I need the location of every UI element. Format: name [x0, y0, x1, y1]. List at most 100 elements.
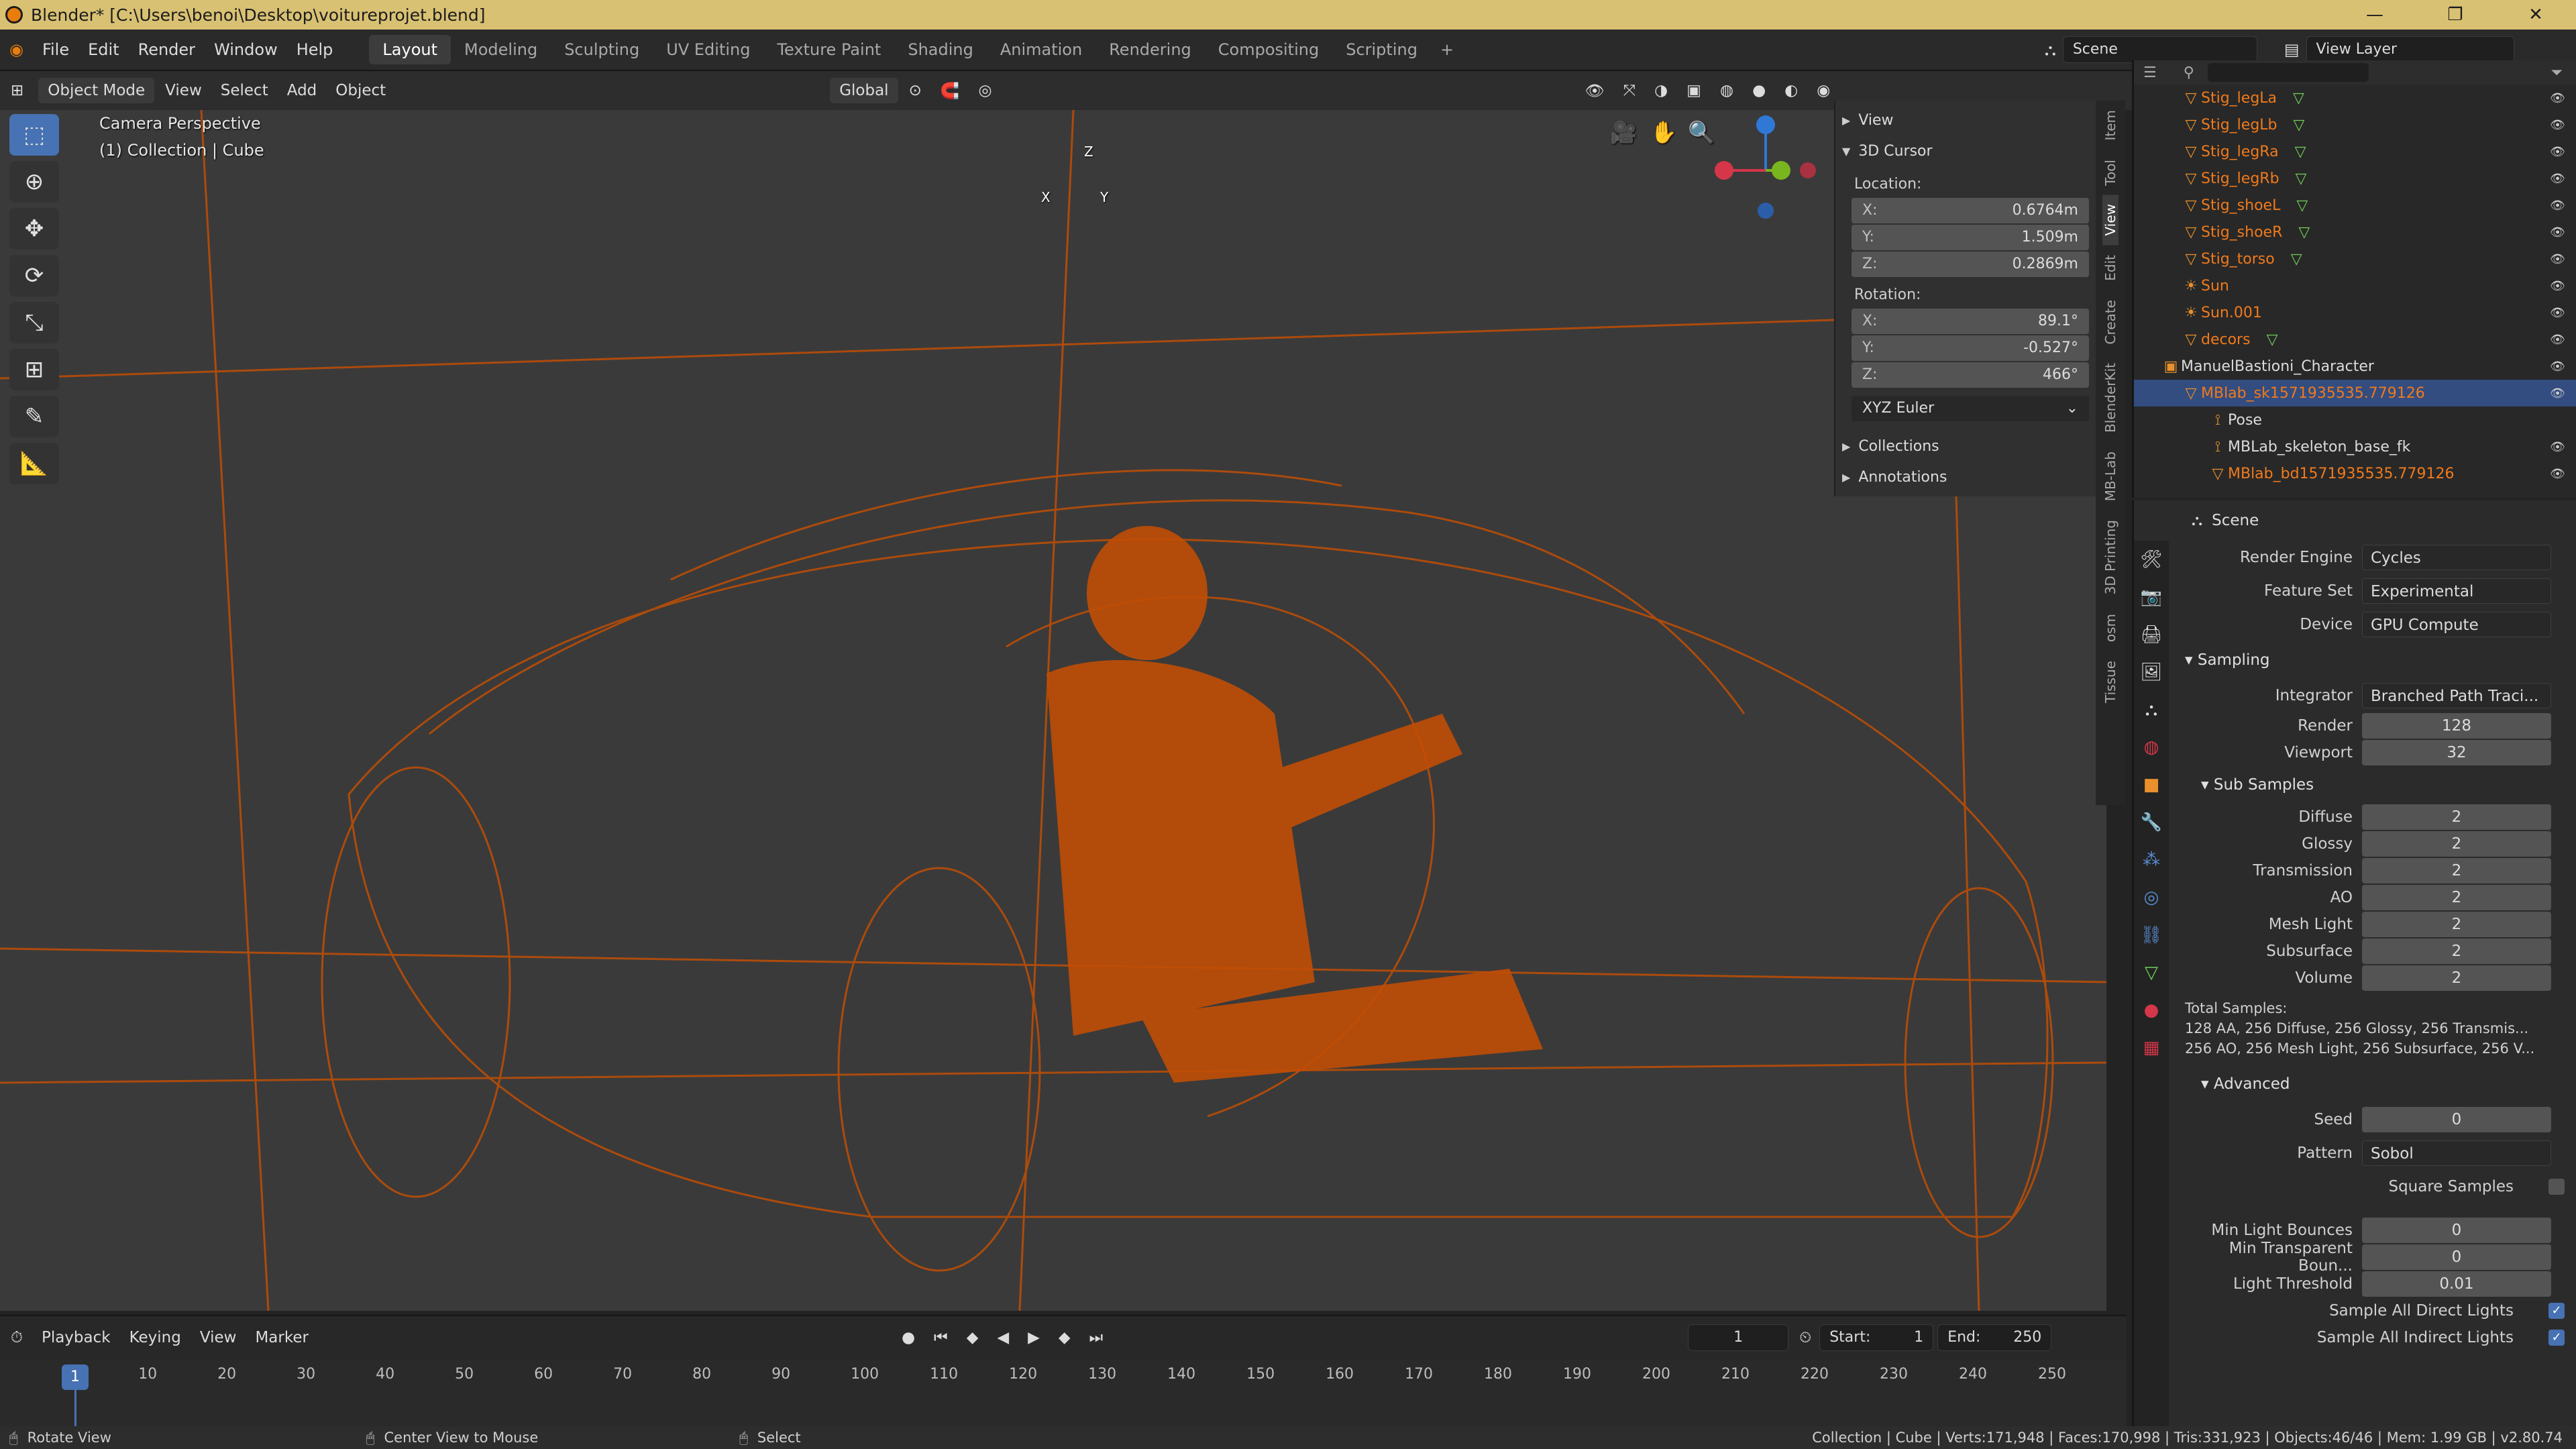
tab-3d-printing[interactable]: 3D Printing — [2102, 511, 2118, 604]
sample-indirect-lights-checkbox[interactable]: ✓ — [2548, 1330, 2565, 1346]
material-shading-icon[interactable]: ◐ — [1776, 78, 1806, 103]
view-section[interactable]: ▶ View — [1842, 105, 2089, 136]
mesh-data-icon[interactable]: ▽ — [2295, 144, 2306, 160]
solid-shading-icon[interactable]: ● — [1744, 78, 1774, 103]
visibility-eye-icon[interactable]: 👁 — [2550, 440, 2565, 454]
proportional-edit-icon[interactable]: ◎ — [970, 78, 1000, 103]
menu-view[interactable]: View — [157, 78, 210, 103]
scene-field[interactable]: Scene — [2062, 36, 2257, 63]
visibility-eye-icon[interactable]: 👁 — [2550, 360, 2565, 374]
visibility-eye-icon[interactable]: 👁 — [2550, 333, 2565, 347]
outliner-item[interactable]: ▽ MBlab_bd1571935535.779126 👁 — [2134, 460, 2576, 487]
device-dropdown[interactable]: GPU Compute — [2362, 612, 2551, 637]
sample-direct-lights-checkbox[interactable]: ✓ — [2548, 1303, 2565, 1319]
sub-sample-field[interactable]: 2 — [2362, 965, 2551, 991]
cursor-rotation-z[interactable]: Z: 466° — [1851, 362, 2089, 388]
cursor-rotation-y[interactable]: Y: -0.527° — [1851, 335, 2089, 361]
menu-window[interactable]: Window — [205, 40, 287, 59]
outliner-item[interactable]: ▽ Stig_shoeL ▽ 👁 — [2134, 192, 2576, 219]
menu-edit[interactable]: Edit — [78, 40, 128, 59]
constraints-props-icon[interactable]: ⛓ — [2140, 916, 2162, 954]
tab-scripting[interactable]: Scripting — [1332, 35, 1431, 64]
visibility-eye-icon[interactable]: 👁 — [2550, 145, 2565, 159]
visibility-eye-icon[interactable]: 👁 — [2550, 199, 2565, 213]
seed-field[interactable]: 0 — [2362, 1107, 2551, 1132]
pattern-dropdown[interactable]: Sobol — [2362, 1140, 2551, 1166]
outliner-item[interactable]: ⟟ Pose — [2134, 407, 2576, 433]
transform-tool-icon[interactable]: ⊞ — [9, 349, 59, 390]
outliner-item[interactable]: ☀ Sun 👁 — [2134, 272, 2576, 299]
timeline-editor-type-icon[interactable]: ⏱ — [3, 1325, 31, 1350]
minimize-button[interactable]: — — [2334, 0, 2415, 30]
render-samples-field[interactable]: 128 — [2362, 713, 2551, 739]
menu-help[interactable]: Help — [287, 40, 343, 59]
square-samples-checkbox[interactable] — [2548, 1179, 2565, 1195]
visibility-eye-icon[interactable]: 👁 — [2550, 172, 2565, 186]
tab-view[interactable]: View — [2102, 195, 2118, 246]
start-frame-field[interactable]: Start: 1 — [1819, 1324, 1934, 1351]
visibility-eye-icon[interactable]: 👁 — [2550, 306, 2565, 320]
tab-uv-editing[interactable]: UV Editing — [653, 35, 763, 64]
outliner-item[interactable]: ▽ MBlab_sk1571935535.779126 👁 — [2134, 380, 2576, 407]
prev-keyframe-icon[interactable]: ◆ — [959, 1325, 987, 1350]
pan-hand-icon[interactable]: ✋ — [1650, 119, 1677, 145]
pivot-icon[interactable]: ⊙ — [901, 78, 930, 103]
physics-props-icon[interactable]: ◎ — [2144, 879, 2159, 916]
move-tool-icon[interactable]: ✥ — [9, 208, 59, 250]
mesh-data-icon[interactable]: ▽ — [2267, 331, 2278, 348]
blender-menu-icon[interactable]: ◉ — [0, 40, 33, 59]
data-props-icon[interactable]: ▽ — [2145, 954, 2158, 991]
overlay-icon[interactable]: ◑ — [1646, 78, 1676, 103]
select-box-tool-icon[interactable]: ⬚ — [9, 114, 59, 156]
view-layer-props-icon[interactable]: 🖼 — [2140, 653, 2162, 691]
min-light-bounces-field[interactable]: 0 — [2362, 1218, 2551, 1243]
mesh-data-icon[interactable]: ▽ — [2298, 224, 2310, 241]
jump-start-icon[interactable]: ⏮ — [926, 1325, 956, 1350]
sub-sample-field[interactable]: 2 — [2362, 804, 2551, 830]
mesh-data-icon[interactable]: ▽ — [2291, 251, 2302, 268]
keying-menu[interactable]: Keying — [121, 1325, 189, 1350]
mesh-data-icon[interactable]: ▽ — [2293, 90, 2304, 107]
tab-modeling[interactable]: Modeling — [451, 35, 551, 64]
mesh-data-icon[interactable]: ▽ — [2296, 197, 2308, 214]
cursor-location-x[interactable]: X: 0.6764m — [1851, 198, 2089, 223]
scene-props-icon[interactable]: ⛬ — [2145, 691, 2157, 729]
snap-icon[interactable]: 🧲 — [932, 78, 968, 104]
tab-edit[interactable]: Edit — [2102, 246, 2118, 290]
jump-end-icon[interactable]: ⏭ — [1081, 1325, 1112, 1350]
outliner-funnel-icon[interactable]: ⏷ — [2551, 64, 2563, 81]
visibility-eye-icon[interactable]: 👁 — [2550, 118, 2565, 132]
3d-cursor-section[interactable]: ▼ 3D Cursor — [1842, 136, 2089, 166]
annotate-tool-icon[interactable]: ✎ — [9, 396, 59, 437]
visibility-icon[interactable]: 👁 — [1577, 78, 1613, 104]
playhead-line[interactable] — [74, 1390, 76, 1428]
outliner-item[interactable]: ▽ Stig_shoeR ▽ 👁 — [2134, 219, 2576, 246]
outliner-item[interactable]: ▽ Stig_legRa ▽ 👁 — [2134, 138, 2576, 165]
sub-samples-panel-header[interactable]: ▾ Sub Samples — [2174, 766, 2576, 804]
visibility-eye-icon[interactable]: 👁 — [2550, 252, 2565, 266]
sub-sample-field[interactable]: 2 — [2362, 938, 2551, 964]
measure-tool-icon[interactable]: 📐 — [9, 443, 59, 484]
mode-dropdown[interactable]: Object Mode — [38, 78, 155, 103]
annotations-section[interactable]: ▶ Annotations — [1842, 462, 2089, 492]
output-props-icon[interactable]: 🖨 — [2140, 616, 2162, 653]
timeline-view-menu[interactable]: View — [192, 1325, 245, 1350]
outliner-item[interactable]: ▽ Stig_legRb ▽ 👁 — [2134, 165, 2576, 192]
tab-item[interactable]: Item — [2102, 101, 2118, 150]
collections-section[interactable]: ▶ Collections — [1842, 431, 2089, 462]
menu-render[interactable]: Render — [129, 40, 205, 59]
outliner-item[interactable]: ▽ Stig_legLb ▽ 👁 — [2134, 111, 2576, 138]
navigation-gizmo[interactable] — [1715, 115, 1816, 219]
xray-icon[interactable]: ▣ — [1678, 78, 1709, 103]
advanced-panel-header[interactable]: ▾ Advanced — [2174, 1065, 2576, 1103]
light-threshold-field[interactable]: 0.01 — [2362, 1271, 2551, 1297]
playback-menu[interactable]: Playback — [34, 1325, 119, 1350]
tool-props-icon[interactable]: 🛠 — [2140, 541, 2162, 578]
menu-select[interactable]: Select — [213, 78, 276, 103]
editor-type-icon[interactable]: ⊞ — [3, 78, 32, 103]
outliner-item[interactable]: ▣ ManuelBastioni_Character 👁 — [2134, 353, 2576, 380]
outliner-item[interactable]: ▽ Stig_legLa ▽ 👁 — [2134, 85, 2576, 111]
end-frame-field[interactable]: End: 250 — [1937, 1324, 2052, 1351]
texture-props-icon[interactable]: ▦ — [2143, 1029, 2160, 1067]
object-props-icon[interactable]: ■ — [2143, 766, 2160, 804]
